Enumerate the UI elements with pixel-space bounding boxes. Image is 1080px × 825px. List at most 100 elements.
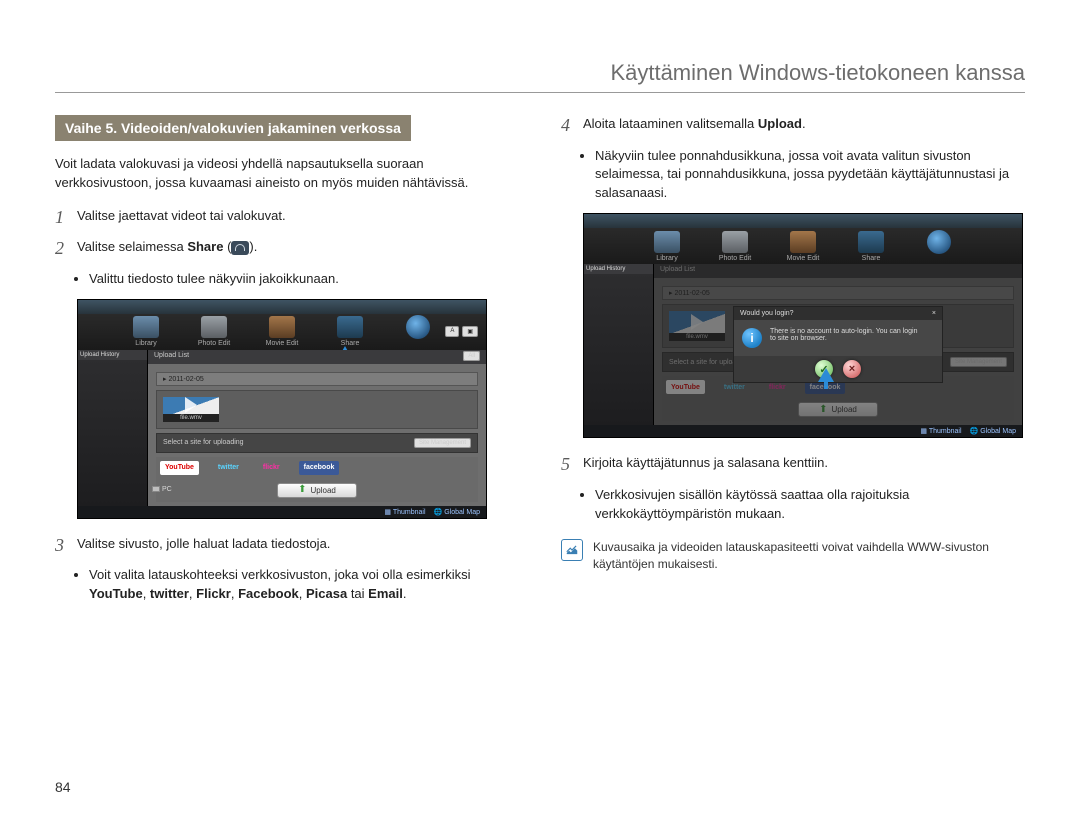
sidebar-header: Upload History xyxy=(78,350,147,360)
title-rule xyxy=(55,92,1025,93)
modal-overlay: Would you login? × i There is no account… xyxy=(654,264,1022,425)
step-4-text: Aloita lataaminen valitsemalla Upload. xyxy=(583,115,1025,134)
photo-edit-label: Photo Edit xyxy=(715,255,755,262)
date-label: 2011-02-05 xyxy=(168,376,203,383)
ss-titlebar xyxy=(78,300,486,314)
toolbar-globe-2[interactable] xyxy=(919,230,959,263)
step-2-bullet: Valittu tiedosto tulee näkyviin jakoikku… xyxy=(89,270,519,289)
library-icon xyxy=(133,316,159,338)
sidebar-header-2: Upload History xyxy=(584,264,653,274)
upload-list-label: Upload List xyxy=(154,352,189,362)
info-icon: i xyxy=(742,328,762,348)
movie-edit-icon xyxy=(269,316,295,338)
ss-footer-2: ▦ Thumbnail 🌐 Global Map xyxy=(584,425,1022,437)
site-icons-row: YouTube twitter flickr facebook xyxy=(156,457,478,479)
youtube-icon[interactable]: YouTube xyxy=(160,461,199,475)
step-5-text: Kirjoita käyttäjätunnus ja salasana kent… xyxy=(583,454,1025,473)
photo-edit-label: Photo Edit xyxy=(194,340,234,347)
step-3-bullet: Voit valita latauskohteeksi verkkosivust… xyxy=(89,566,519,604)
movie-edit-label: Movie Edit xyxy=(783,255,823,262)
intro-paragraph: Voit ladata valokuvasi ja videosi yhdell… xyxy=(55,155,519,193)
movie-edit-icon xyxy=(790,231,816,253)
library-label: Library xyxy=(647,255,687,262)
note-text: Kuvausaika ja videoiden latauskapasiteet… xyxy=(593,539,1025,573)
step-4-bullet: Näkyviin tulee ponnahdusikkuna, jossa vo… xyxy=(595,147,1025,204)
toolbar-share[interactable]: Share xyxy=(330,316,370,347)
upload-arrow-icon: ⬆ xyxy=(298,486,306,494)
view-mode-btn-2[interactable]: ▣ xyxy=(462,326,478,337)
toolbar-library-2[interactable]: Library xyxy=(647,231,687,262)
popup-message: There is no account to auto-login. You c… xyxy=(770,328,918,342)
view-mode-btn[interactable]: A xyxy=(445,326,459,337)
toolbar-photo-edit[interactable]: Photo Edit xyxy=(194,316,234,347)
screenshot-upload-list: Library Photo Edit Movie Edit Share A ▣ … xyxy=(77,299,487,519)
filter-all[interactable]: All xyxy=(463,351,480,361)
footer-global[interactable]: 🌐 Global Map xyxy=(434,508,480,516)
globe-icon xyxy=(406,315,430,339)
toolbar-photo-edit-2[interactable]: Photo Edit xyxy=(715,231,755,262)
share-word: Share xyxy=(187,239,223,254)
facebook-icon[interactable]: facebook xyxy=(299,461,340,475)
footer-thumbnail[interactable]: ▦ Thumbnail xyxy=(384,508,425,516)
thumbnail-preview xyxy=(163,397,219,414)
flickr-icon[interactable]: flickr xyxy=(258,461,285,475)
library-label: Library xyxy=(126,340,166,347)
step-2-a: Valitse selaimessa xyxy=(77,239,187,254)
pc-indicator: PC xyxy=(152,486,172,493)
share-toolbar-label: Share xyxy=(851,255,891,262)
upload-list-header: Upload List All xyxy=(148,350,486,364)
share-toolbar-icon xyxy=(858,231,884,253)
step-5-bullet: Verkkosivujen sisällön käytössä saattaa … xyxy=(595,486,1025,524)
video-thumbnail[interactable]: file.wmv xyxy=(163,397,219,422)
ss-titlebar-2 xyxy=(584,214,1022,228)
step-3-text: Valitse sivusto, jolle haluat ladata tie… xyxy=(77,535,519,554)
note-icon xyxy=(561,539,583,561)
library-icon xyxy=(654,231,680,253)
ss-sidebar-2: Upload History xyxy=(584,264,654,425)
step-number-4: 4 xyxy=(561,115,583,137)
step-number-5: 5 xyxy=(561,454,583,476)
popup-close-icon[interactable]: × xyxy=(932,310,936,317)
page-title: Käyttäminen Windows-tietokoneen kanssa xyxy=(55,60,1025,92)
section-banner: Vaihe 5. Videoiden/valokuvien jakaminen … xyxy=(55,115,411,141)
globe-label xyxy=(398,341,438,348)
globe-label xyxy=(919,256,959,263)
upload-button[interactable]: ⬆ Upload xyxy=(277,483,357,498)
select-site-row: Select a site for uploading Site Managem… xyxy=(156,433,478,453)
ss-footer: ▦ Thumbnail 🌐 Global Map xyxy=(78,506,486,518)
step-2-text: Valitse selaimessa Share (). xyxy=(77,238,519,257)
photo-edit-icon xyxy=(722,231,748,253)
footer-thumbnail-2[interactable]: ▦ Thumbnail xyxy=(920,427,961,435)
step-number-2: 2 xyxy=(55,238,77,260)
site-management-btn[interactable]: Site Management xyxy=(414,438,471,448)
toolbar-movie-edit-2[interactable]: Movie Edit xyxy=(783,231,823,262)
toolbar-movie-edit[interactable]: Movie Edit xyxy=(262,316,302,347)
step-1-text: Valitse jaettavat videot tai valokuvat. xyxy=(77,207,519,226)
step-2-c: ). xyxy=(249,239,257,254)
thumbnail-caption: file.wmv xyxy=(163,414,219,422)
play-icon xyxy=(185,397,197,413)
date-group: ▸ 2011-02-05 xyxy=(156,372,478,386)
toolbar-library[interactable]: Library xyxy=(126,316,166,347)
cursor-arrow-icon xyxy=(818,368,834,382)
ss-toolbar-2: Library Photo Edit Movie Edit Share xyxy=(584,228,1022,264)
share-toolbar-icon xyxy=(337,316,363,338)
step-2-b: ( xyxy=(223,239,231,254)
pc-icon xyxy=(152,486,160,492)
upload-btn-label: Upload xyxy=(311,486,336,495)
screenshot-login-popup: Library Photo Edit Movie Edit Share Uplo… xyxy=(583,213,1023,438)
pc-label: PC xyxy=(162,486,172,493)
movie-edit-label: Movie Edit xyxy=(262,340,302,347)
twitter-icon[interactable]: twitter xyxy=(213,461,244,475)
login-popup: Would you login? × i There is no account… xyxy=(733,306,943,383)
footer-global-2[interactable]: 🌐 Global Map xyxy=(970,427,1016,435)
popup-title: Would you login? xyxy=(740,310,794,317)
toolbar-globe[interactable] xyxy=(398,315,438,348)
step-number-3: 3 xyxy=(55,535,77,557)
ss-toolbar: Library Photo Edit Movie Edit Share A ▣ xyxy=(78,314,486,350)
page-number: 84 xyxy=(55,779,71,795)
globe-icon xyxy=(927,230,951,254)
popup-cancel-button[interactable]: × xyxy=(843,360,861,378)
toolbar-share-2[interactable]: Share xyxy=(851,231,891,262)
thumbnail-strip: file.wmv xyxy=(156,390,478,429)
